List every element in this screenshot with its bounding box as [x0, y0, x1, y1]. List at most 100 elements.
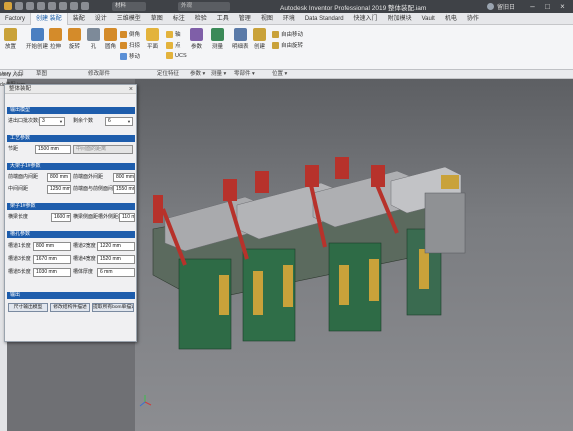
t5-len-field[interactable]: 1030 mm: [33, 268, 71, 277]
front-outer-field[interactable]: 800 mm: [113, 173, 135, 182]
save-icon[interactable]: [37, 2, 45, 10]
measure-label: 测量: [211, 44, 223, 50]
axis-button[interactable]: 轴: [166, 30, 181, 38]
ribbon-panel-labels: tory 入口 草图 修改部件 定位特征 参数 ▾ 测量 ▾ 零部件 ▾ 位置 …: [0, 70, 573, 79]
sweep-label: 扫掠: [129, 43, 141, 49]
tab-assembly[interactable]: 装配: [68, 13, 90, 25]
pitch-field[interactable]: 1500 mm: [35, 145, 71, 154]
tab-vault[interactable]: Vault: [417, 13, 440, 25]
tab-manage[interactable]: 管理: [234, 13, 256, 25]
free-rotate-button[interactable]: 自由旋转: [272, 41, 303, 49]
tab-view[interactable]: 视图: [256, 13, 278, 25]
user-avatar[interactable]: [487, 3, 494, 10]
front-outer-label: 前端面外间距: [73, 174, 104, 180]
panel-label-work: 定位特征: [157, 71, 180, 77]
browser-item-factory[interactable]: ktory 入口: [0, 71, 22, 78]
dialog-title: 整体装配: [5, 85, 136, 94]
tab-add-ins[interactable]: 附加模块: [383, 13, 417, 25]
panel-label-part[interactable]: 零部件 ▾: [234, 70, 255, 79]
home-icon[interactable]: [70, 2, 78, 10]
tab-design[interactable]: 设计: [90, 13, 112, 25]
redo-icon[interactable]: [59, 2, 67, 10]
extrude-button[interactable]: 拉伸: [49, 28, 62, 50]
extract-bom-button[interactable]: 提取所有bom单描述: [92, 303, 134, 312]
tab-factory[interactable]: Factory: [0, 13, 30, 25]
ribbon-tabs: Factory 创建 装配 装配 设计 三维模型 草图 标注 检验 工具 管理 …: [0, 12, 573, 25]
tab-annotate[interactable]: 标注: [168, 13, 190, 25]
tab-assemble[interactable]: 创建 装配: [30, 12, 68, 25]
app-menu-icon[interactable]: [4, 2, 12, 10]
material-dropdown[interactable]: 材料: [112, 2, 146, 11]
panel-label-position[interactable]: 位置 ▾: [272, 70, 287, 79]
tab-3d-model[interactable]: 三维模型: [112, 13, 146, 25]
ribbon-panel: 放置 开始创建 拉伸 旋转 孔 圆角 倒角 扫掠 移动 平面 轴 点 UCS 参…: [0, 25, 573, 70]
maximize-icon[interactable]: □: [543, 2, 552, 11]
tab-environments[interactable]: 环境: [278, 13, 300, 25]
graphics-viewport[interactable]: [135, 79, 573, 431]
frame-length-field[interactable]: 1600 mm: [51, 213, 71, 222]
place-button[interactable]: 放置: [4, 28, 17, 50]
create-derived-button[interactable]: 创建: [253, 28, 266, 50]
t1-len-field[interactable]: 800 mm: [33, 242, 71, 251]
mid-gap-field[interactable]: 1250 mm: [47, 185, 71, 194]
assembly-model[interactable]: [135, 79, 573, 431]
appearance-dropdown[interactable]: 外观: [178, 2, 230, 11]
tab-get-started[interactable]: 快速入门: [349, 13, 383, 25]
section-basic[interactable]: 输出模型: [7, 107, 135, 114]
new-icon[interactable]: [15, 2, 23, 10]
tab-data-standard[interactable]: Data Standard: [300, 13, 349, 25]
sketch-icon: [30, 28, 44, 41]
section-small-frame[interactable]: 架子1#参数: [7, 203, 135, 210]
point-button[interactable]: 点: [166, 41, 181, 49]
dialog-close-icon[interactable]: ×: [129, 85, 133, 94]
structure-desc-button[interactable]: 修改结构件描述: [50, 303, 90, 312]
close-icon[interactable]: ×: [558, 2, 567, 11]
section-process[interactable]: 工艺参数: [7, 135, 135, 142]
panel-label-params[interactable]: 参数 ▾: [190, 70, 205, 79]
t4-len-field[interactable]: 1520 mm: [97, 255, 135, 264]
sweep-button[interactable]: 扫掠: [120, 41, 140, 49]
ucs-button[interactable]: UCS: [166, 52, 187, 59]
open-icon[interactable]: [26, 2, 34, 10]
user-name[interactable]: 留旧日: [497, 2, 515, 11]
fillet-button[interactable]: 圆角: [104, 28, 117, 50]
front-dist-field[interactable]: 800 mm: [47, 173, 71, 182]
wall-label: 槽体厚度: [73, 269, 94, 275]
rear-gap-field[interactable]: 1550 mm: [113, 185, 135, 194]
frame-edge-field[interactable]: 110 mm: [119, 213, 135, 222]
chamfer-button[interactable]: 倒角: [120, 30, 140, 38]
hole-label: 孔: [90, 44, 97, 50]
bom-label: 明细表: [232, 44, 249, 50]
frame-start-button[interactable]: 开始创建: [26, 28, 48, 50]
tab-inspect[interactable]: 检验: [190, 13, 212, 25]
wall-field[interactable]: 6 mm: [97, 268, 135, 277]
tab-electromechanical[interactable]: 机电: [440, 13, 462, 25]
panel-label-measure[interactable]: 测量 ▾: [211, 70, 226, 79]
section-large-frame[interactable]: 大架子1#参数: [7, 163, 135, 170]
tab-sketch[interactable]: 草图: [146, 13, 168, 25]
t2-len-field[interactable]: 1220 mm: [97, 242, 135, 251]
move-icon: [120, 52, 127, 60]
section-output[interactable]: 输出: [7, 292, 135, 299]
tab-collaborate[interactable]: 协作: [462, 13, 484, 25]
section-tank[interactable]: 槽孔参数: [7, 231, 135, 238]
undo-icon[interactable]: [48, 2, 56, 10]
tab-tools[interactable]: 工具: [212, 13, 234, 25]
parameters-button[interactable]: 参数: [190, 28, 203, 50]
view-cube-icon[interactable]: [137, 394, 153, 410]
pair-count-field[interactable]: 6 ▼: [105, 117, 133, 126]
revolve-button[interactable]: 旋转: [68, 28, 81, 50]
generate-model-button[interactable]: 尺寸输出模型: [8, 303, 48, 312]
select-icon[interactable]: [81, 2, 89, 10]
bom-button[interactable]: 明细表: [232, 28, 249, 50]
t3-len-field[interactable]: 1670 mm: [33, 255, 71, 264]
entry-count-field[interactable]: 3 ▼: [39, 117, 65, 126]
move-button[interactable]: 移动: [120, 52, 140, 60]
window-title: Autodesk Inventor Professional 2019 整体装配…: [280, 5, 427, 12]
hole-button[interactable]: 孔: [87, 28, 100, 50]
minimize-icon[interactable]: –: [528, 2, 537, 11]
free-move-button[interactable]: 自由移动: [272, 30, 303, 38]
plane-button[interactable]: 平面: [146, 28, 159, 50]
bom-icon: [233, 28, 247, 41]
measure-button[interactable]: 测量: [211, 28, 224, 50]
